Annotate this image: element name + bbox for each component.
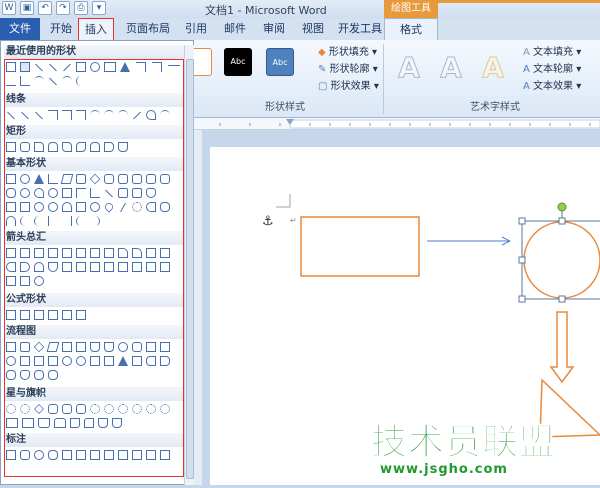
paragraph-mark-icon: ↵ [290, 216, 297, 225]
pencil-icon: ✎ [318, 64, 330, 75]
wordart-style-1[interactable]: A [392, 48, 426, 88]
shape-fill-label: 形状填充 [328, 47, 369, 58]
wordart-style-3[interactable]: A [476, 48, 510, 88]
ruler-ticks [219, 119, 600, 129]
tab-home[interactable]: 开始 [46, 18, 76, 40]
watermark-title: 技术员联盟 [370, 422, 557, 464]
gallery-highlight-box [4, 59, 184, 477]
tab-view[interactable]: 视图 [299, 18, 327, 40]
shape-fill-button[interactable]: ◆ 形状填充 ▾ [318, 43, 377, 58]
shape-styles-group-label: 形状样式 [265, 102, 305, 113]
tab-references[interactable]: 引用 [182, 18, 210, 40]
document-title: 文档1 - Microsoft Word [205, 4, 327, 17]
paint-bucket-icon: ◆ [318, 47, 329, 58]
text-outline-icon: A [523, 64, 534, 75]
redo-icon[interactable]: ↷ [56, 1, 70, 15]
effects-icon: ▢ [318, 81, 331, 92]
shape-style-swatch-black[interactable]: Abc [224, 48, 252, 76]
quick-access-toolbar: W ▣ ↶ ↷ ⎙ ▾ [2, 1, 106, 15]
tab-file[interactable]: 文件 [0, 18, 40, 40]
chevron-down-icon: ▾ [368, 47, 378, 58]
ribbon: Abc Abc ◆ 形状填充 ▾ ✎ 形状轮廓 ▾ ▢ 形状效果 ▾ 形状样式 … [190, 40, 600, 118]
shapes-gallery-panel: 最近使用的形状 线条 矩形 基本形状 箭头总汇 公式形状 流程图 星与旗帜 标注 [0, 40, 194, 485]
customize-qat-icon[interactable]: ▾ [92, 1, 106, 15]
resize-handles[interactable] [518, 217, 566, 303]
chevron-down-icon: ▾ [573, 81, 582, 92]
text-outline-button[interactable]: A 文本轮廓 ▾ [523, 60, 581, 75]
tab-insert[interactable]: 插入 [78, 18, 114, 40]
undo-icon[interactable]: ↶ [38, 1, 52, 15]
margin-corner-mark [276, 194, 291, 208]
text-effects-icon: A [523, 81, 534, 92]
print-preview-icon[interactable]: ⎙ [74, 1, 88, 15]
anchor-icon: ⚓ [262, 214, 274, 229]
watermark-url: www.jsgho.com [380, 462, 508, 477]
text-outline-label: 文本轮廓 [533, 64, 574, 75]
shape-effects-label: 形状效果 [330, 81, 371, 92]
wordart-styles-group-label: 艺术字样式 [470, 102, 520, 113]
wordart-style-2[interactable]: A [434, 48, 468, 88]
tab-page-layout[interactable]: 页面布局 [125, 18, 171, 40]
chevron-down-icon: ▾ [369, 64, 378, 75]
rotation-handle[interactable] [557, 202, 567, 212]
text-fill-label: 文本填充 [533, 47, 574, 58]
text-fill-icon: A [523, 47, 534, 58]
horizontal-ruler [190, 118, 600, 130]
contextual-tab-title: 绘图工具 [384, 0, 438, 18]
tab-review[interactable]: 审阅 [260, 18, 288, 40]
text-effects-label: 文本效果 [533, 81, 574, 92]
shape-outline-button[interactable]: ✎ 形状轮廓 ▾ [318, 60, 378, 75]
chevron-down-icon: ▾ [370, 81, 379, 92]
tab-format[interactable]: 格式 [384, 18, 438, 40]
ribbon-separator [383, 44, 384, 114]
down-arrow-shape[interactable] [549, 311, 575, 384]
panel-scrollbar[interactable] [184, 45, 194, 485]
text-effects-button[interactable]: A 文本效果 ▾ [523, 77, 581, 92]
ribbon-tab-bar: 文件 开始 插入 页面布局 引用 邮件 审阅 视图 开发工具 格式 [0, 18, 600, 40]
circle-shape[interactable] [523, 221, 600, 299]
word-icon[interactable]: W [2, 1, 16, 15]
rectangle-shape[interactable] [300, 216, 420, 277]
shape-style-swatch-blue[interactable]: Abc [266, 48, 294, 76]
scrollbar-thumb[interactable] [186, 59, 194, 479]
tab-mailings[interactable]: 邮件 [221, 18, 249, 40]
shape-effects-button[interactable]: ▢ 形状效果 ▾ [318, 77, 379, 92]
category-recent: 最近使用的形状 [4, 45, 184, 59]
shape-outline-label: 形状轮廓 [329, 64, 370, 75]
save-icon[interactable]: ▣ [20, 1, 34, 15]
chevron-down-icon: ▾ [573, 47, 582, 58]
tab-developer[interactable]: 开发工具 [337, 18, 383, 40]
chevron-down-icon: ▾ [573, 64, 582, 75]
text-fill-button[interactable]: A 文本填充 ▾ [523, 43, 581, 58]
title-bar: W ▣ ↶ ↷ ⎙ ▾ 文档1 - Microsoft Word 绘图工具 [0, 0, 600, 18]
